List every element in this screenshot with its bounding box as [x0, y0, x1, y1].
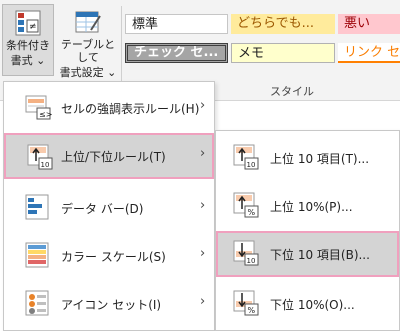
menu-item-label: アイコン セット(I) — [61, 298, 162, 312]
conditional-formatting-menu: ≤> セルの強調表示ルール(H) › 10 上位/下位ルール(T) › データ … — [3, 81, 215, 331]
chevron-right-icon: › — [200, 294, 206, 309]
conditional-formatting-label-1: 条件付き — [6, 39, 50, 52]
menu-item-color-scales[interactable]: カラー スケール(S) › — [4, 233, 214, 279]
icon-badge: % — [248, 306, 256, 315]
chevron-right-icon: › — [200, 198, 206, 213]
menu-item-label: カラー スケール(S) — [61, 250, 166, 264]
top-10-items-icon: 10 — [233, 144, 259, 170]
svg-text:10: 10 — [41, 161, 50, 169]
icon-sets-icon — [25, 290, 49, 316]
chevron-right-icon: › — [200, 98, 206, 113]
color-scales-icon — [25, 242, 49, 268]
svg-text:≠: ≠ — [29, 22, 37, 32]
top-bottom-rules-submenu: 10 上位 10 項目(T)... % 上位 10%(P)... 10 下位 1… — [215, 130, 400, 331]
style-normal[interactable]: 標準 — [125, 14, 228, 34]
menu-item-highlight-cells-rules[interactable]: ≤> セルの強調表示ルール(H) › — [4, 85, 214, 131]
chevron-right-icon: › — [200, 146, 206, 161]
menu-item-top-bottom-rules[interactable]: 10 上位/下位ルール(T) › — [4, 133, 214, 179]
bottom-10-items-icon: 10 — [233, 240, 259, 266]
submenu-item-top-10-items[interactable]: 10 上位 10 項目(T)... — [216, 135, 399, 181]
format-as-table-icon — [75, 11, 101, 33]
icon-badge: % — [248, 208, 256, 217]
chevron-right-icon: › — [200, 246, 206, 261]
format-as-table-label-2: 書式設定 ⌄ — [59, 66, 117, 79]
highlight-cells-rules-icon: ≤> — [25, 95, 52, 120]
top-10-percent-icon: % — [233, 192, 259, 218]
icon-badge: 10 — [247, 161, 256, 169]
format-as-table-label-1: テーブルとして — [60, 38, 116, 64]
submenu-item-top-10-percent[interactable]: % 上位 10%(P)... — [216, 183, 399, 229]
menu-item-label: 上位/下位ルール(T) — [61, 150, 166, 164]
menu-item-icon-sets[interactable]: アイコン セット(I) › — [4, 281, 214, 327]
bottom-10-percent-icon: % — [233, 290, 259, 316]
conditional-formatting-icon: ≠ — [15, 10, 41, 36]
svg-text:≤>: ≤> — [39, 110, 52, 119]
conditional-formatting-button[interactable]: ≠ 条件付き 書式 ⌄ — [2, 4, 54, 76]
submenu-item-label: 下位 10%(O)... — [270, 298, 355, 312]
data-bars-icon — [25, 194, 49, 220]
style-check-cell[interactable]: チェック セ... — [125, 43, 228, 63]
submenu-item-label: 上位 10 項目(T)... — [270, 152, 370, 166]
submenu-item-label: 下位 10 項目(B)... — [270, 248, 370, 262]
style-memo[interactable]: メモ — [231, 43, 335, 63]
menu-item-data-bars[interactable]: データ バー(D) › — [4, 185, 214, 231]
top-bottom-rules-icon: 10 — [27, 144, 53, 170]
conditional-formatting-label-2: 書式 ⌄ — [10, 54, 46, 67]
style-linked-cell[interactable]: リンク セ... — [338, 43, 400, 63]
menu-item-label: セルの強調表示ルール(H) — [61, 102, 200, 116]
submenu-item-bottom-10-items[interactable]: 10 下位 10 項目(B)... — [216, 231, 399, 277]
submenu-item-label: 上位 10%(P)... — [270, 200, 353, 214]
style-neutral[interactable]: どちらでも... — [231, 14, 335, 34]
styles-group-label: スタイル — [270, 85, 314, 98]
icon-badge: 10 — [247, 257, 256, 265]
format-as-table-button[interactable]: テーブルとして 書式設定 ⌄ — [56, 4, 120, 79]
menu-item-label: データ バー(D) — [61, 202, 144, 216]
style-bad[interactable]: 悪い — [338, 14, 400, 34]
submenu-item-bottom-10-percent[interactable]: % 下位 10%(O)... — [216, 281, 399, 327]
